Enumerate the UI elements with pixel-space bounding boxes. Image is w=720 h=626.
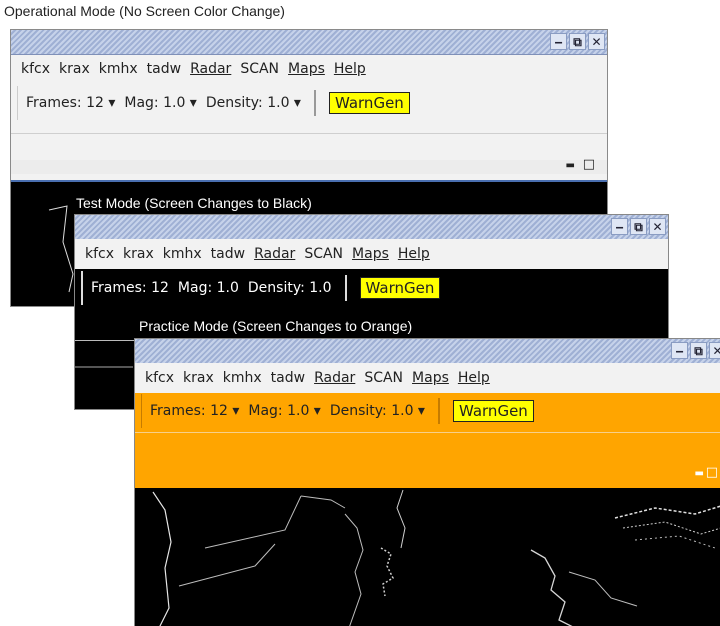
practice-toolbar: Frames: 12 ▾ Mag: 1.0 ▾ Density: 1.0 ▾ W… <box>141 394 720 428</box>
menu-help[interactable]: Help <box>334 61 366 77</box>
menu-krax[interactable]: krax <box>183 370 214 386</box>
menu-kfcx[interactable]: kfcx <box>145 370 174 386</box>
menu-kmhx[interactable]: kmhx <box>99 61 138 77</box>
practice-panel-bar: ▬ □ <box>135 466 720 482</box>
operational-titlebar[interactable]: ‒ ⧉ ✕ <box>11 30 607 55</box>
frames-dropdown[interactable]: Frames: 12 ▾ <box>150 403 239 419</box>
practice-map-area <box>135 488 720 626</box>
mag-dropdown[interactable]: Mag: 1.0 ▾ <box>248 403 320 419</box>
practice-mode-caption: Practice Mode (Screen Changes to Orange) <box>139 318 413 334</box>
operational-mode-caption: Operational Mode (No Screen Color Change… <box>4 3 285 19</box>
minimize-icon[interactable]: ‒ <box>671 342 688 359</box>
menu-scan[interactable]: SCAN <box>364 370 403 386</box>
practice-menubar: kfcx krax kmhx tadw Radar SCAN Maps Help <box>135 363 720 393</box>
divider <box>11 133 607 134</box>
practice-map-svg <box>152 489 720 626</box>
menu-maps[interactable]: Maps <box>412 370 449 386</box>
panel-maximize-icon[interactable]: □ <box>583 158 595 171</box>
restore-icon[interactable]: ⧉ <box>690 342 707 359</box>
panel-minimize-icon[interactable]: ▬ <box>695 469 704 479</box>
frames-dropdown[interactable]: Frames: 12 ▾ <box>26 95 115 111</box>
practice-window: ‒ ⧉ ✕ kfcx krax kmhx tadw Radar SCAN Map… <box>134 338 720 626</box>
operational-menubar: kfcx krax kmhx tadw Radar SCAN Maps Help <box>11 54 607 84</box>
menu-kfcx[interactable]: kfcx <box>21 61 50 77</box>
toolbar-separator <box>437 398 440 424</box>
menu-tadw[interactable]: tadw <box>271 370 305 386</box>
operational-panel-bar: ▬ □ <box>11 158 607 174</box>
divider <box>135 432 720 433</box>
operational-toolbar: Frames: 12 ▾ Mag: 1.0 ▾ Density: 1.0 ▾ W… <box>17 86 607 120</box>
menu-tadw[interactable]: tadw <box>147 61 181 77</box>
close-icon[interactable]: ✕ <box>588 33 605 50</box>
practice-titlebar[interactable]: ‒ ⧉ ✕ <box>135 339 720 364</box>
panel-maximize-icon[interactable]: □ <box>706 466 718 479</box>
menu-scan[interactable]: SCAN <box>240 61 279 77</box>
close-icon[interactable]: ✕ <box>709 342 720 359</box>
restore-icon[interactable]: ⧉ <box>569 33 586 50</box>
menu-maps[interactable]: Maps <box>288 61 325 77</box>
menu-radar[interactable]: Radar <box>314 370 355 386</box>
menu-radar[interactable]: Radar <box>190 61 231 77</box>
menu-kmhx[interactable]: kmhx <box>223 370 262 386</box>
density-dropdown[interactable]: Density: 1.0 ▾ <box>206 95 301 111</box>
menu-krax[interactable]: krax <box>59 61 90 77</box>
warngen-button[interactable]: WarnGen <box>328 92 410 114</box>
minimize-icon[interactable]: ‒ <box>550 33 567 50</box>
panel-minimize-icon[interactable]: ▬ <box>566 161 575 171</box>
density-dropdown[interactable]: Density: 1.0 ▾ <box>330 403 425 419</box>
mag-dropdown[interactable]: Mag: 1.0 ▾ <box>124 95 196 111</box>
toolbar-separator <box>313 90 316 116</box>
test-mode-caption: Test Mode (Screen Changes to Black) <box>76 195 312 211</box>
warngen-button[interactable]: WarnGen <box>452 400 534 422</box>
menu-help[interactable]: Help <box>458 370 490 386</box>
